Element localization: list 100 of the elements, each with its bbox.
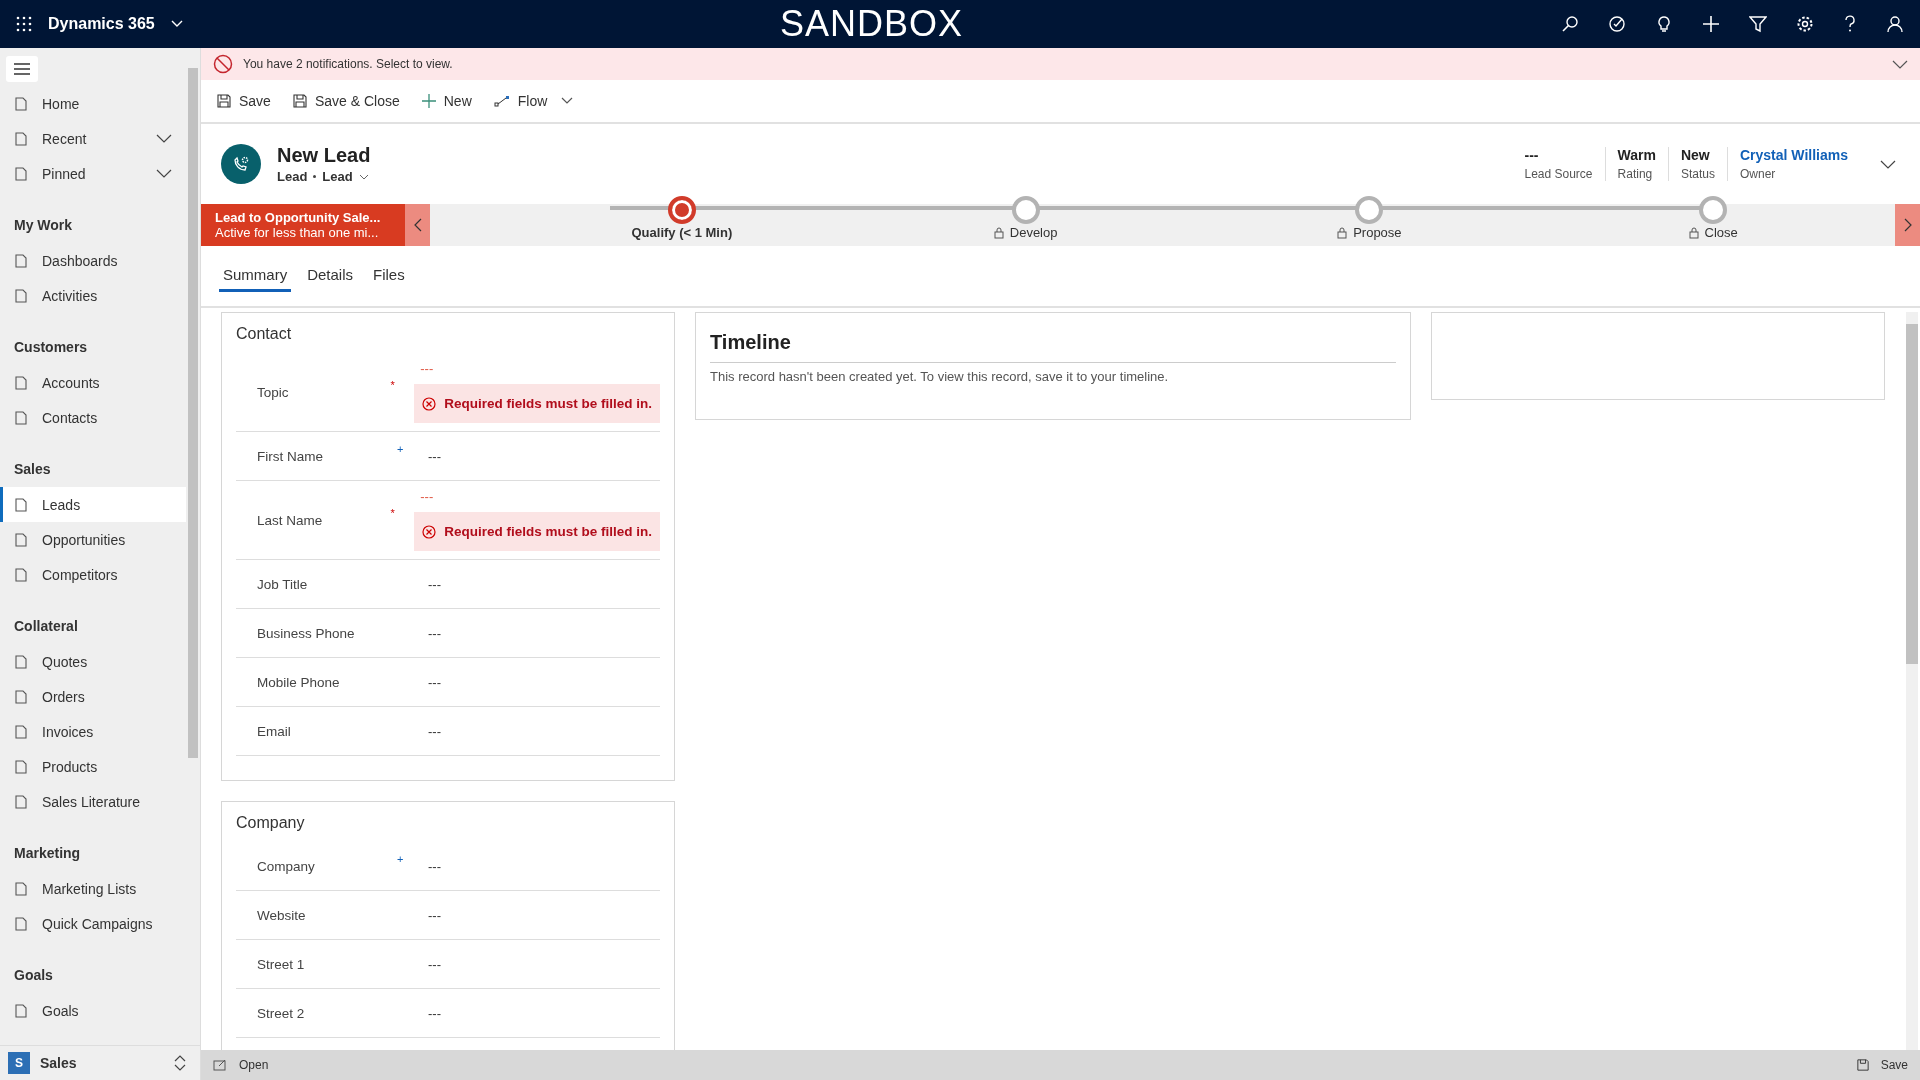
process-stage[interactable]: Close bbox=[1541, 196, 1885, 246]
timeline-message: This record hasn't been created yet. To view this record, save it to your timeline. bbox=[710, 369, 1170, 384]
required-marker: * bbox=[390, 379, 395, 391]
nav-item[interactable]: Activities bbox=[0, 278, 186, 313]
process-stage[interactable]: Qualify (< 1 Min) bbox=[510, 196, 854, 246]
page-icon bbox=[14, 724, 28, 739]
app-launcher-icon[interactable] bbox=[16, 16, 32, 32]
nav-item[interactable]: Goals bbox=[0, 993, 186, 1028]
process-stage[interactable]: Develop bbox=[853, 196, 1198, 246]
filter-icon[interactable] bbox=[1749, 15, 1767, 33]
record-title: New Lead bbox=[277, 144, 371, 167]
field-label: Website bbox=[257, 907, 307, 923]
nav-item[interactable]: Invoices bbox=[0, 714, 186, 749]
nav-item[interactable]: Opportunities bbox=[0, 522, 186, 557]
form-tab[interactable]: Summary bbox=[219, 260, 292, 292]
page-icon bbox=[14, 96, 28, 111]
plus-icon[interactable] bbox=[1702, 15, 1720, 33]
form-selector[interactable]: Lead bbox=[322, 169, 353, 184]
menu-button[interactable] bbox=[6, 56, 38, 82]
field-value[interactable]: --- bbox=[422, 858, 660, 874]
error-message: Required fields must be filled in. bbox=[414, 384, 660, 423]
field-value[interactable]: --- bbox=[422, 907, 660, 923]
page-icon bbox=[14, 881, 28, 896]
nav-item[interactable]: Recent bbox=[0, 121, 186, 156]
nav-item[interactable]: Products bbox=[0, 749, 186, 784]
up-down-chevron-icon bbox=[174, 1054, 186, 1072]
help-icon[interactable] bbox=[1843, 15, 1857, 33]
chevron-right-icon bbox=[1903, 218, 1912, 232]
user-icon[interactable] bbox=[1886, 15, 1904, 33]
field-value[interactable]: --- bbox=[422, 1005, 660, 1021]
nav-item[interactable]: Quotes bbox=[0, 644, 186, 679]
nav-item[interactable]: Pinned bbox=[0, 156, 186, 191]
page-icon bbox=[14, 1003, 28, 1018]
recommended-marker: + bbox=[397, 853, 404, 865]
owner-link[interactable]: Crystal Williams bbox=[1739, 147, 1848, 163]
notification-bar[interactable]: You have 2 notifications. Select to view. bbox=[201, 48, 1920, 80]
field-label: Street 2 bbox=[257, 1005, 306, 1021]
lightbulb-icon[interactable] bbox=[1655, 15, 1673, 33]
field-value[interactable]: --- bbox=[422, 625, 660, 641]
entity-name: Lead bbox=[277, 169, 308, 184]
popout-icon[interactable] bbox=[213, 1059, 227, 1071]
field-value[interactable]: --- bbox=[422, 448, 660, 464]
app-name[interactable]: Dynamics 365 bbox=[48, 15, 155, 33]
nav-item[interactable]: Sales Literature bbox=[0, 784, 186, 819]
form-tab[interactable]: Details bbox=[303, 260, 358, 292]
field-label: Email bbox=[257, 723, 292, 739]
command-button[interactable]: Save bbox=[209, 89, 279, 113]
environment-label: SANDBOX bbox=[780, 3, 964, 45]
chevron-down-icon[interactable] bbox=[561, 97, 574, 105]
page-icon bbox=[14, 654, 28, 669]
nav-item[interactable]: Home bbox=[0, 86, 186, 121]
nav-item[interactable]: Competitors bbox=[0, 557, 186, 592]
chevron-left-icon bbox=[413, 218, 422, 232]
nav-group-title: Sales bbox=[13, 460, 52, 479]
page-icon bbox=[14, 794, 28, 809]
scrollbar[interactable] bbox=[1906, 312, 1918, 1050]
field-value[interactable]: --- bbox=[422, 723, 660, 739]
command-button[interactable]: New bbox=[413, 89, 480, 113]
chevron-down-icon[interactable] bbox=[1892, 59, 1908, 69]
search-icon[interactable] bbox=[1561, 15, 1579, 33]
field-value[interactable]: --- bbox=[414, 489, 660, 504]
page-icon bbox=[14, 131, 28, 146]
field-value[interactable]: --- bbox=[422, 674, 660, 690]
field-label: Street 1 bbox=[257, 956, 306, 972]
nav-item[interactable]: Dashboards bbox=[0, 243, 186, 278]
field-label: Company bbox=[257, 858, 316, 874]
command-button[interactable]: Save & Close bbox=[284, 89, 408, 113]
form-tab[interactable]: Files bbox=[369, 260, 409, 292]
target-icon[interactable] bbox=[1608, 15, 1626, 33]
nav-group-title: Marketing bbox=[13, 844, 82, 863]
page-icon bbox=[14, 759, 28, 774]
area-badge: S bbox=[8, 1052, 30, 1074]
field-value[interactable]: --- bbox=[422, 956, 660, 972]
error-message: Required fields must be filled in. bbox=[414, 512, 660, 551]
settings-icon[interactable] bbox=[1796, 15, 1814, 33]
chevron-down-icon[interactable] bbox=[1880, 159, 1896, 169]
nav-item[interactable]: Contacts bbox=[0, 400, 186, 435]
recommended-marker: + bbox=[397, 443, 404, 455]
save-status-button[interactable]: Save bbox=[1880, 1058, 1908, 1072]
field-value[interactable]: --- bbox=[422, 576, 660, 592]
command-button[interactable]: Flow bbox=[485, 89, 556, 113]
nav-item[interactable]: Orders bbox=[0, 679, 186, 714]
header-field-value: --- bbox=[1524, 147, 1540, 163]
nav-group-title: My Work bbox=[13, 216, 74, 235]
nav-item[interactable]: Marketing Lists bbox=[0, 871, 186, 906]
section-title: Contact bbox=[236, 324, 293, 344]
chevron-down-icon[interactable] bbox=[156, 169, 172, 178]
phone-gear-icon bbox=[231, 154, 251, 174]
nav-item[interactable]: Quick Campaigns bbox=[0, 906, 186, 941]
chevron-down-icon[interactable] bbox=[156, 134, 172, 143]
page-icon bbox=[14, 166, 28, 181]
nav-item[interactable]: Accounts bbox=[0, 365, 186, 400]
nav-item[interactable]: Leads bbox=[0, 487, 186, 522]
process-stage[interactable]: Propose bbox=[1197, 196, 1542, 246]
status-text: Open bbox=[239, 1058, 269, 1072]
process-flyout[interactable]: Lead to Opportunity Sale... Active for less than one mi... bbox=[201, 204, 405, 246]
header-field-label: Lead Source bbox=[1524, 167, 1593, 181]
field-label: Topic bbox=[257, 384, 290, 400]
nav-group-title: Goals bbox=[13, 966, 54, 985]
field-value[interactable]: --- bbox=[414, 361, 660, 376]
